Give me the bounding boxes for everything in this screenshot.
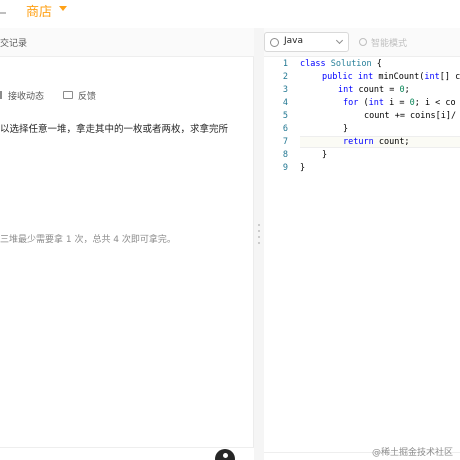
line-number: 8 (282, 150, 288, 160)
code-line: } (322, 150, 328, 160)
watermark: @稀土掘金技术社区 (372, 448, 454, 458)
code-line: public int minCount(int[] c (322, 72, 460, 82)
smart-mode-label: 智能模式 (371, 39, 408, 49)
theme-toggle-button[interactable] (215, 449, 235, 460)
grip-dot (258, 236, 260, 238)
feedback-label: 反馈 (78, 92, 97, 102)
language-value: Java (284, 36, 304, 46)
code-line: for (int i = 0; i < co (343, 98, 456, 108)
panel-splitter[interactable] (254, 28, 264, 460)
nav-item-fragment[interactable] (0, 3, 6, 14)
subscribe-label: 接收动态 (8, 92, 45, 102)
nav-item-shop[interactable]: 商店 (26, 1, 52, 20)
line-number: 9 (282, 163, 288, 173)
line-number: 7 (282, 137, 288, 147)
line-number: 6 (282, 124, 288, 134)
code-line: count += coins[i]/ (364, 111, 457, 121)
code-panel: Java 智能模式 1 2 3 4 5 6 7 8 9 class Soluti… (264, 28, 460, 460)
comment-icon (63, 91, 73, 99)
problem-bottom-bar (0, 447, 254, 460)
language-select[interactable]: Java (264, 32, 349, 52)
line-number: 4 (282, 98, 288, 108)
top-nav: 商店 (0, 0, 460, 20)
example-explanation: 三堆最少需要拿 1 次，总共 4 次即可拿完。 (0, 235, 176, 245)
tab-submissions[interactable]: 交记录 (0, 36, 27, 49)
bell-icon (0, 91, 2, 99)
line-number: 1 (282, 59, 288, 69)
problem-tab-bar: 交记录 (0, 28, 254, 57)
chevron-down-icon (335, 36, 344, 45)
problem-description: 以选择任意一堆，拿走其中的一枚或者两枚，求拿完所 (0, 124, 229, 135)
code-editor[interactable]: 1 2 3 4 5 6 7 8 9 class Solution { publi… (264, 57, 460, 460)
line-number: 3 (282, 85, 288, 95)
smart-mode-icon (359, 38, 367, 46)
grip-dot (258, 242, 260, 244)
moon-icon (223, 453, 228, 458)
grip-dot (258, 224, 260, 226)
code-line: class Solution { (300, 59, 382, 69)
code-line: int count = 0; (338, 85, 410, 95)
info-icon (270, 38, 279, 47)
code-line: } (300, 163, 306, 173)
editor-toolbar: Java 智能模式 (264, 28, 460, 57)
code-line-current: return count; (300, 136, 460, 148)
line-number-gutter: 1 2 3 4 5 6 7 8 9 (264, 57, 294, 460)
grip-dot (258, 230, 260, 232)
line-number: 5 (282, 111, 288, 121)
line-number: 2 (282, 72, 288, 82)
problem-panel: 交记录 接收动态 反馈 以选择任意一堆，拿走其中的一枚或者两枚，求拿完所 三堆最… (0, 28, 254, 460)
code-line: } (343, 124, 349, 134)
chevron-down-icon[interactable] (59, 6, 67, 11)
